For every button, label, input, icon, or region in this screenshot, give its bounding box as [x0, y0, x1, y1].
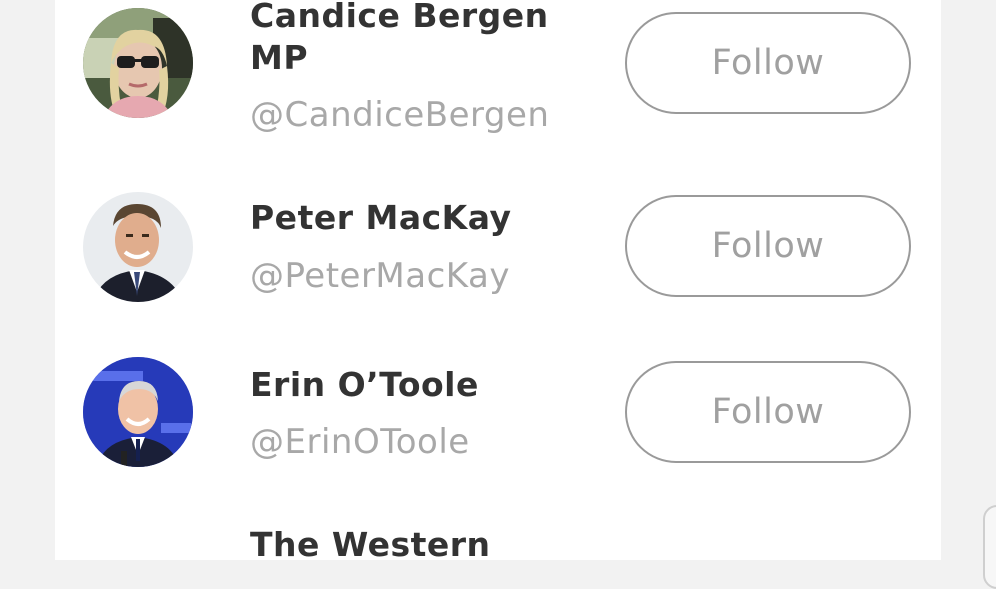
list-item[interactable]: Candice Bergen MP @CandiceBergen Follow	[55, 0, 941, 150]
avatar[interactable]	[83, 8, 193, 118]
follow-button[interactable]: Follow	[625, 195, 911, 297]
list-item[interactable]: Erin O’Toole @ErinOToole Follow	[55, 345, 941, 475]
user-handle: @ErinOToole	[250, 422, 470, 462]
user-name-continued: MP	[250, 38, 309, 77]
list-item[interactable]: Peter MacKay @PeterMacKay Follow	[55, 180, 941, 310]
person-photo-icon	[83, 357, 193, 467]
list-item[interactable]: The Western	[55, 505, 941, 564]
avatar[interactable]	[83, 357, 193, 467]
user-name: The Western	[250, 525, 491, 564]
suggestion-list: Candice Bergen MP @CandiceBergen Follow …	[55, 0, 941, 564]
follow-button[interactable]: Follow	[625, 361, 911, 463]
floating-scroll-handle[interactable]	[983, 505, 996, 589]
follow-button[interactable]: Follow	[625, 12, 911, 114]
user-name: Peter MacKay	[250, 198, 512, 237]
user-handle: @PeterMacKay	[250, 256, 510, 296]
user-name: Candice Bergen	[250, 0, 549, 35]
avatar[interactable]	[83, 192, 193, 302]
page-background	[941, 0, 996, 560]
person-photo-icon	[83, 192, 193, 302]
person-photo-icon	[83, 8, 193, 118]
user-handle: @CandiceBergen	[250, 95, 550, 135]
user-name: Erin O’Toole	[250, 365, 479, 404]
